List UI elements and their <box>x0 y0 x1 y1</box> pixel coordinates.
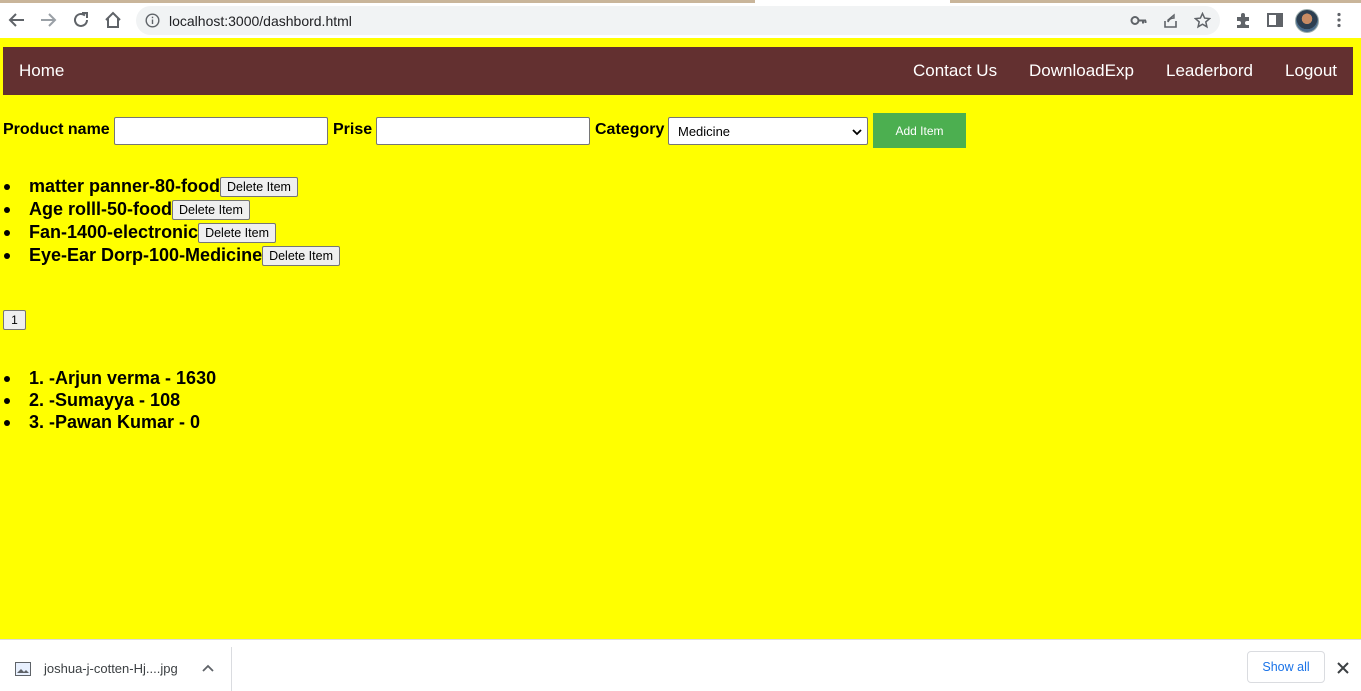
image-file-icon <box>15 662 31 676</box>
pagination-page-button[interactable]: 1 <box>3 310 26 330</box>
nav-download-link[interactable]: DownloadExp <box>1029 61 1134 81</box>
bookmark-star-icon[interactable] <box>1194 12 1211 29</box>
price-label: Prise <box>333 121 373 138</box>
show-all-button[interactable]: Show all <box>1247 651 1325 683</box>
forward-icon[interactable] <box>33 5 63 35</box>
bullet <box>4 253 10 259</box>
share-icon[interactable] <box>1162 12 1179 29</box>
key-icon[interactable] <box>1130 12 1147 29</box>
price-input[interactable] <box>376 117 590 145</box>
menu-kebab-icon[interactable] <box>1324 5 1354 35</box>
bullet <box>4 184 10 190</box>
download-bar: joshua-j-cotten-Hj....jpg Show all <box>0 639 1361 691</box>
item-label: Age rolll-50-food <box>29 199 172 219</box>
nav-leaderboard-link[interactable]: Leaderbord <box>1166 61 1253 81</box>
item-label: matter panner-80-food <box>29 176 221 196</box>
category-selected-value: Medicine <box>678 124 731 139</box>
bullet <box>4 398 10 404</box>
category-label: Category <box>595 121 665 138</box>
extensions-icon[interactable] <box>1228 5 1258 35</box>
reload-icon[interactable] <box>66 5 96 35</box>
leaderboard-entry-text: 3. -Pawan Kumar - 0 <box>29 412 201 432</box>
bullet <box>4 376 10 382</box>
nav-logout-link[interactable]: Logout <box>1285 61 1337 81</box>
address-bar[interactable]: localhost:3000/dashbord.html <box>136 6 1220 35</box>
bullet <box>4 230 10 236</box>
side-panel-icon[interactable] <box>1260 5 1290 35</box>
bullet <box>4 207 10 213</box>
browser-toolbar: localhost:3000/dashbord.html <box>0 3 1361 38</box>
back-icon[interactable] <box>2 5 32 35</box>
page-viewport: Home Contact Us DownloadExp Leaderbord L… <box>0 38 1361 639</box>
nav-home-link[interactable]: Home <box>19 61 64 81</box>
close-icon[interactable] <box>1336 661 1350 675</box>
category-select[interactable]: Medicine <box>668 117 868 145</box>
info-icon[interactable] <box>145 13 160 28</box>
chevron-up-icon[interactable] <box>201 662 215 676</box>
leaderboard-entry-text: 1. -Arjun verma - 1630 <box>29 368 217 388</box>
leaderboard-entry-text: 2. -Sumayya - 108 <box>29 390 181 410</box>
product-name-label: Product name <box>3 121 110 138</box>
navbar: Home Contact Us DownloadExp Leaderbord L… <box>3 47 1353 95</box>
delete-item-button[interactable]: Delete Item <box>172 200 250 220</box>
profile-avatar[interactable] <box>1295 9 1319 33</box>
product-name-input[interactable] <box>114 117 328 145</box>
divider <box>231 647 232 691</box>
delete-item-button[interactable]: Delete Item <box>220 177 298 197</box>
chevron-down-icon <box>852 129 862 136</box>
add-item-button[interactable]: Add Item <box>873 113 966 148</box>
nav-contact-link[interactable]: Contact Us <box>913 61 997 81</box>
url-text[interactable]: localhost:3000/dashbord.html <box>169 13 352 29</box>
add-item-form: Product name Prise Category Medicine Add… <box>3 113 1003 149</box>
home-icon[interactable] <box>98 5 128 35</box>
download-filename[interactable]: joshua-j-cotten-Hj....jpg <box>44 661 178 676</box>
delete-item-button[interactable]: Delete Item <box>262 246 340 266</box>
item-label: Fan-1400-electronic <box>29 222 199 242</box>
delete-item-button[interactable]: Delete Item <box>198 223 276 243</box>
bullet <box>4 420 10 426</box>
item-label: Eye-Ear Dorp-100-Medicine <box>29 245 263 265</box>
